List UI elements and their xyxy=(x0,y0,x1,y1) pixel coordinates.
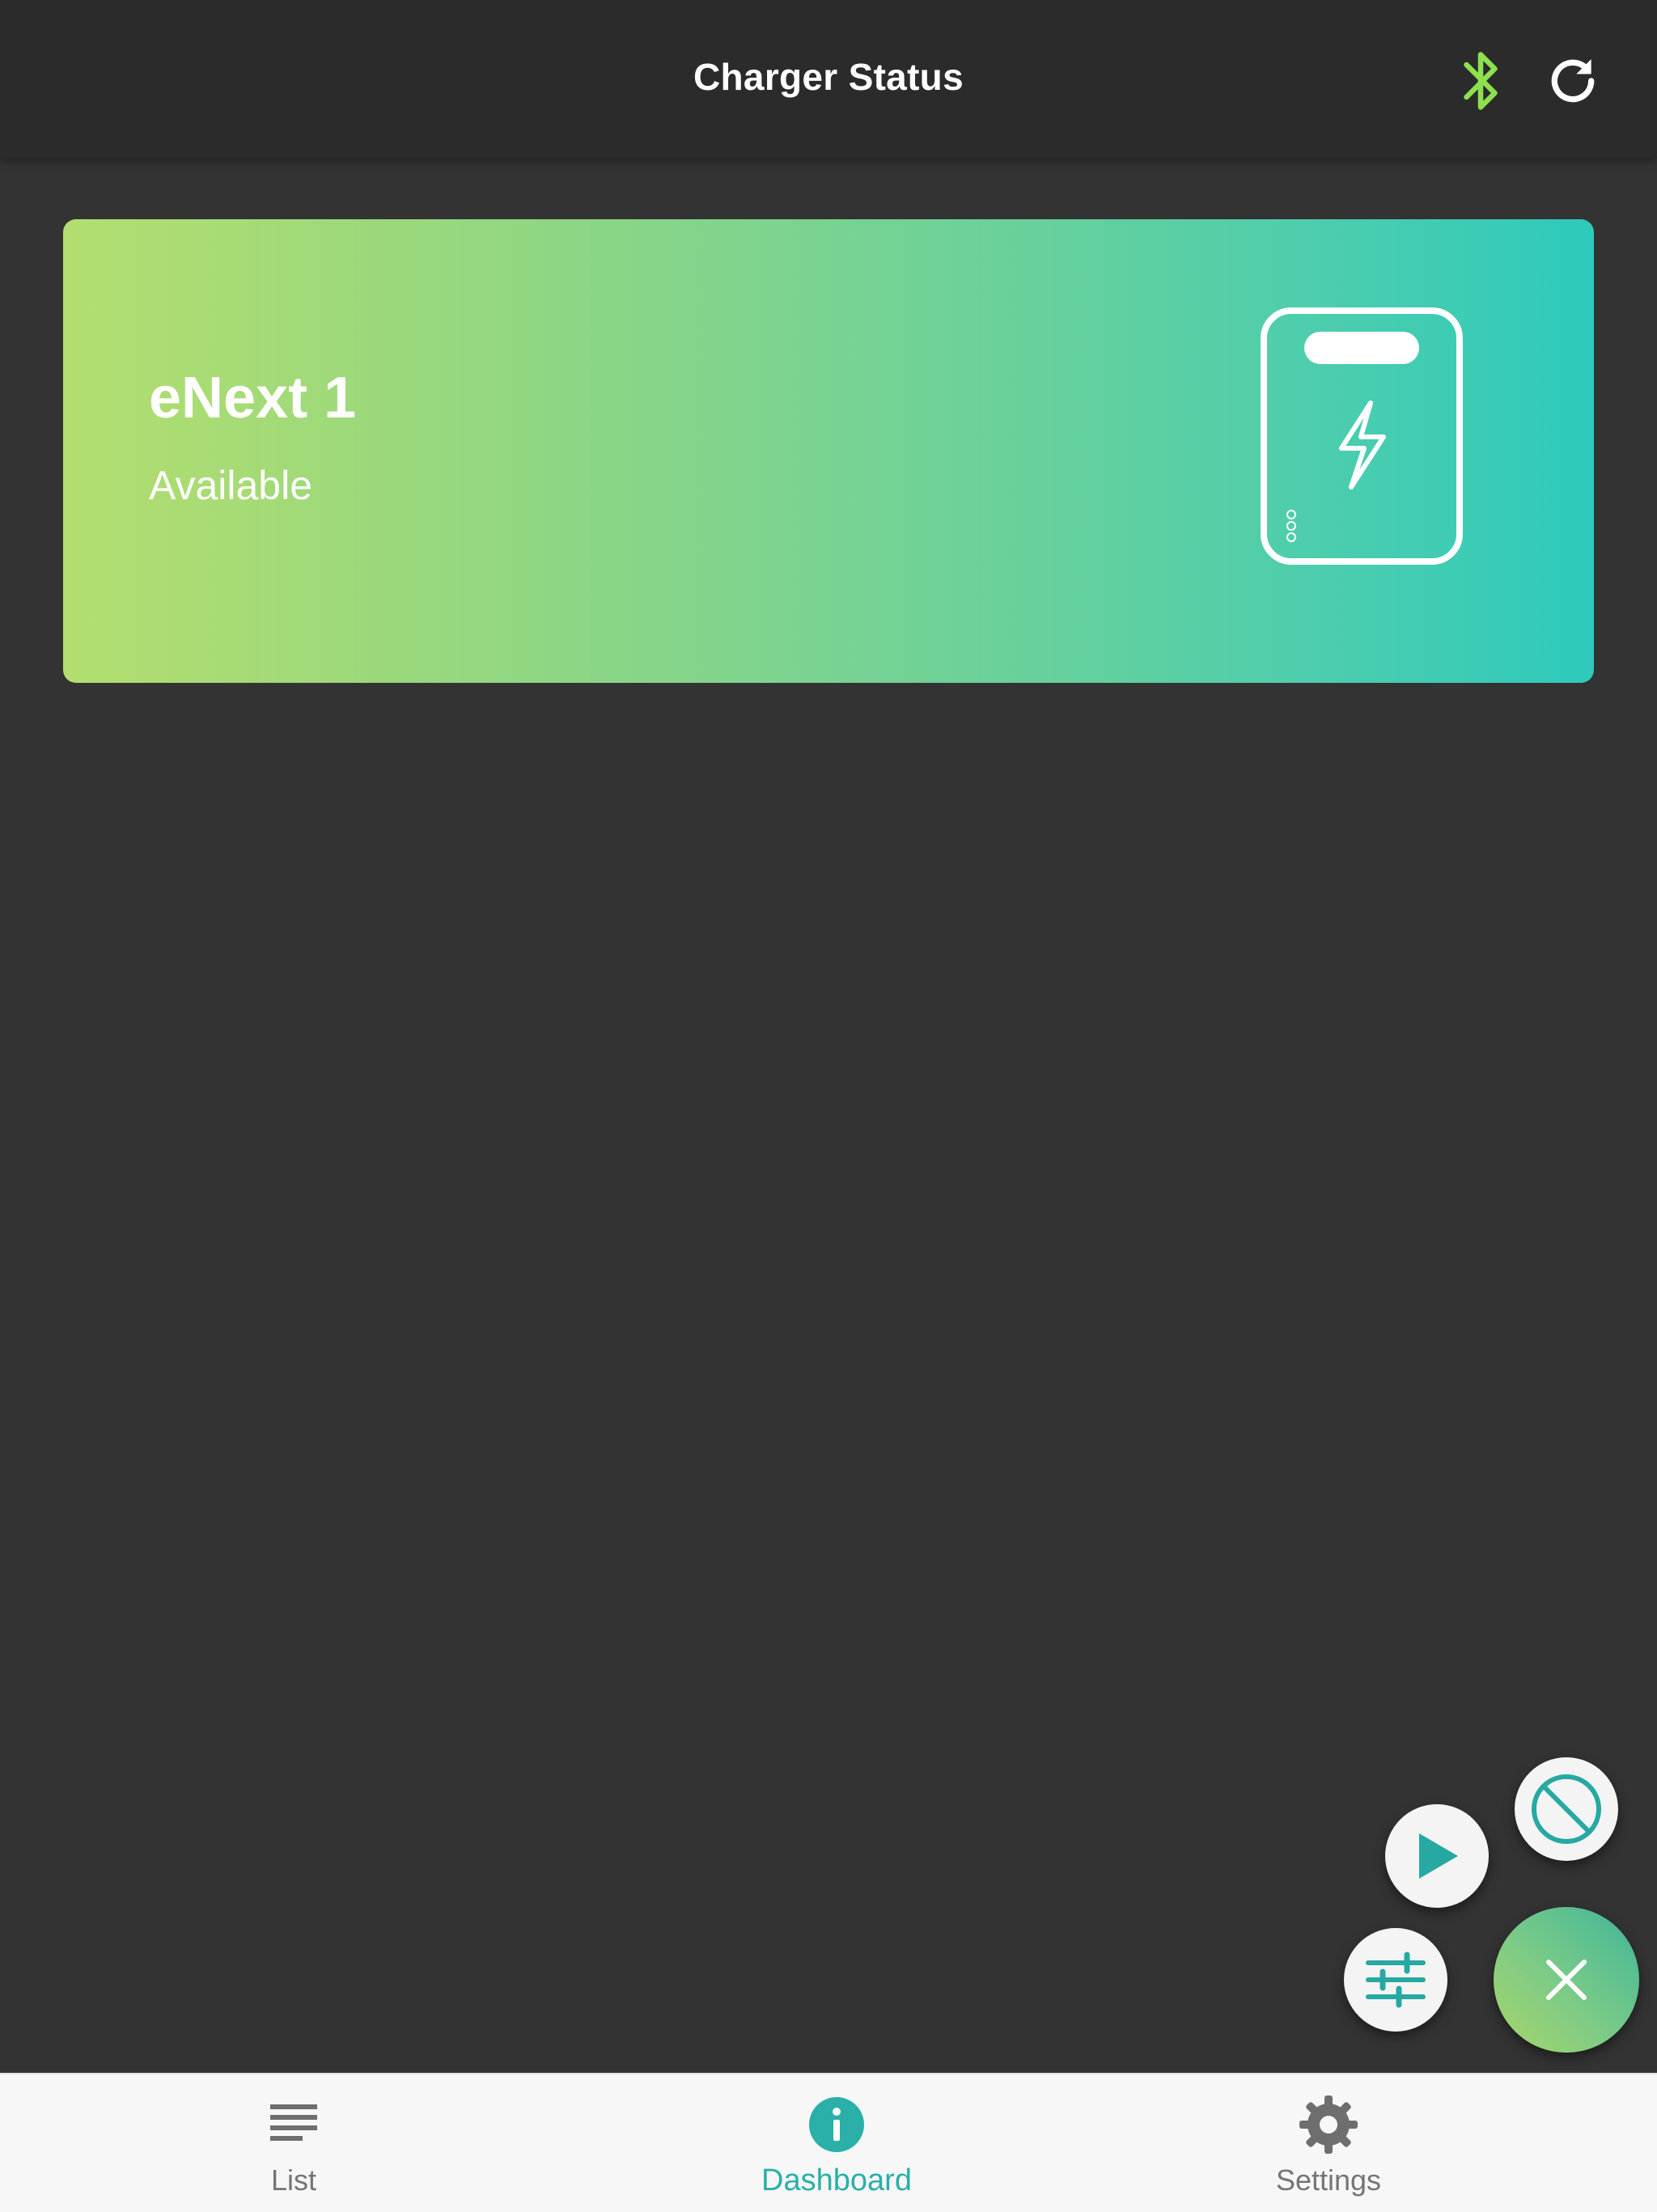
close-menu-button[interactable] xyxy=(1494,1907,1639,2053)
nav-label-settings: Settings xyxy=(1275,2163,1382,2197)
nav-label-list: List xyxy=(270,2163,317,2197)
play-button[interactable] xyxy=(1385,1804,1489,1908)
close-icon xyxy=(1546,1960,1587,2000)
info-icon xyxy=(804,2092,869,2157)
adjust-settings-button[interactable] xyxy=(1344,1928,1447,2032)
charger-icon xyxy=(1261,307,1463,565)
gear-icon xyxy=(1296,2092,1361,2157)
nav-item-settings[interactable]: Settings xyxy=(1256,2074,1401,2212)
app-bar: Charger Status xyxy=(0,0,1657,158)
refresh-button[interactable] xyxy=(1534,42,1612,120)
nav-label-dashboard: Dashboard xyxy=(761,2163,912,2197)
nav-item-list[interactable]: List xyxy=(229,2074,358,2212)
stop-button[interactable] xyxy=(1515,1757,1618,1861)
refresh-icon xyxy=(1551,59,1595,103)
sliders-icon xyxy=(1366,1951,1426,2008)
bottom-navigation: List Dashboard Settings xyxy=(0,2073,1657,2212)
bluetooth-button[interactable] xyxy=(1442,42,1519,120)
charger-status: Available xyxy=(149,463,313,508)
charger-card[interactable]: eNext 1 Available xyxy=(63,219,1594,683)
block-icon xyxy=(1532,1774,1601,1844)
nav-item-dashboard[interactable]: Dashboard xyxy=(715,2074,958,2212)
page-title: Charger Status xyxy=(693,56,964,98)
charger-name: eNext 1 xyxy=(149,366,357,430)
bluetooth-icon xyxy=(1464,52,1498,110)
play-icon xyxy=(1419,1833,1458,1879)
list-icon xyxy=(261,2092,326,2157)
